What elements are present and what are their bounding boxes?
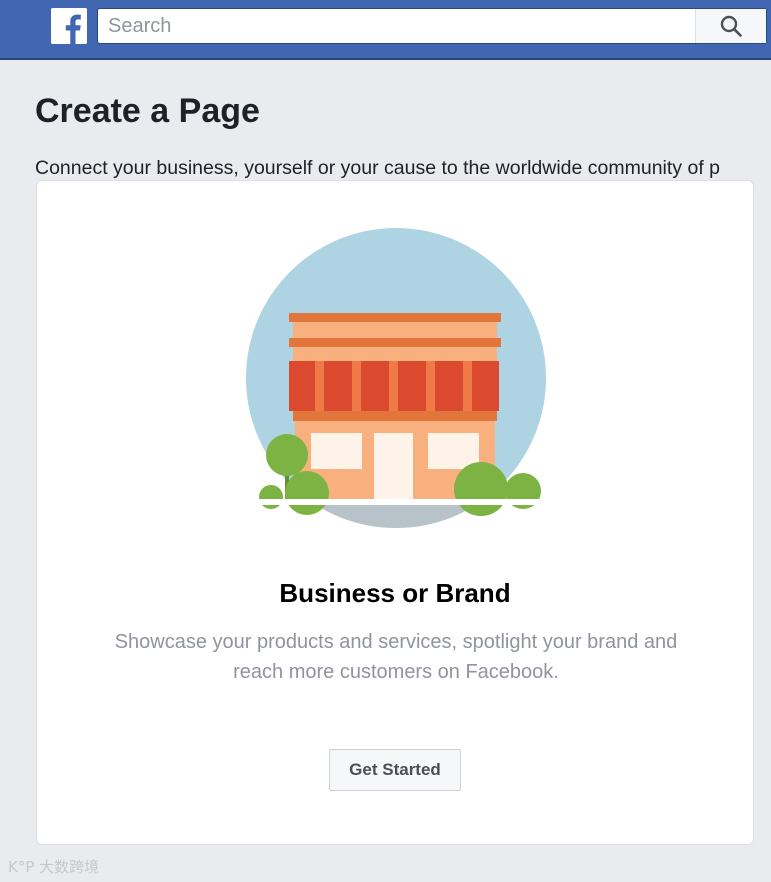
search-icon: [720, 15, 742, 37]
search-box: [97, 8, 767, 44]
card-description: Showcase your products and services, spo…: [114, 631, 678, 683]
search-button[interactable]: [695, 9, 766, 43]
get-started-button[interactable]: Get Started: [329, 749, 461, 791]
page-subtitle: Connect your business, yourself or your …: [35, 157, 720, 179]
page-title: Create a Page: [35, 92, 260, 130]
watermark: K°P 大数跨境: [8, 858, 100, 876]
card-title: Business or Brand: [279, 578, 511, 608]
facebook-f-icon[interactable]: [51, 8, 87, 44]
top-navigation-bar: [0, 0, 771, 60]
search-input[interactable]: [98, 9, 694, 43]
business-or-brand-card: Business or Brand Showcase your products…: [36, 180, 754, 845]
storefront-illustration: [246, 228, 546, 528]
